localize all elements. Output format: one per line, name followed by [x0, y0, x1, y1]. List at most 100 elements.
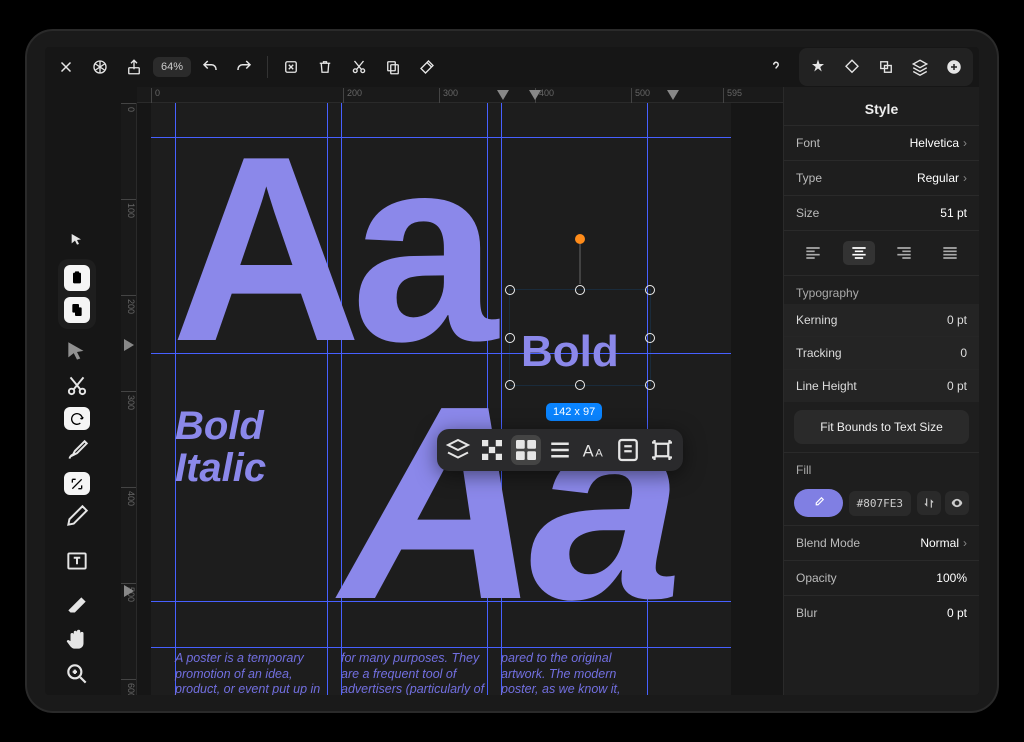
layers-icon[interactable] [443, 435, 473, 465]
size-row[interactable]: Size 51 pt [784, 195, 979, 230]
panel-tabs [799, 48, 973, 86]
rotation-line [580, 244, 581, 284]
fill-header: Fill [784, 452, 979, 481]
checker-icon[interactable] [477, 435, 507, 465]
grid-icon[interactable] [511, 435, 541, 465]
scale-tool[interactable] [64, 472, 90, 495]
rotation-handle-icon[interactable] [575, 234, 585, 244]
alignment-row [784, 230, 979, 275]
selection-tool[interactable] [64, 229, 90, 252]
tablet-frame: 64% [17, 21, 1007, 721]
redo-button[interactable] [229, 52, 259, 82]
swap-icon[interactable] [917, 491, 941, 515]
typography-header: Typography [784, 275, 979, 304]
resize-handle-icon[interactable] [645, 285, 655, 295]
visibility-icon[interactable] [945, 491, 969, 515]
copy-button[interactable] [378, 52, 408, 82]
text-case-icon[interactable]: AA [579, 435, 609, 465]
fill-color-swatch[interactable] [794, 489, 843, 517]
style-panel: Style Font Helvetica› Type Regular› Size… [783, 87, 979, 695]
appearance-tab[interactable] [803, 52, 833, 82]
resize-handle-icon[interactable] [645, 333, 655, 343]
project-icon[interactable] [85, 52, 115, 82]
scissors-tool[interactable] [64, 373, 90, 399]
opacity-row[interactable]: Opacity 100% [784, 560, 979, 595]
text-tool[interactable] [64, 548, 90, 574]
align-center-button[interactable] [843, 241, 875, 265]
sample-aa-bold[interactable]: Aa [171, 143, 487, 354]
resize-handle-icon[interactable] [505, 285, 515, 295]
cut-button[interactable] [344, 52, 374, 82]
body-text-col1[interactable]: A poster is a temporary promotion of an … [175, 651, 323, 695]
ruler-marker-icon[interactable] [667, 90, 679, 100]
pencil-tool[interactable] [64, 503, 90, 529]
divider [267, 56, 268, 78]
svg-text:A: A [595, 447, 603, 459]
panel-title: Style [784, 87, 979, 125]
paste-multiple-tool[interactable] [64, 297, 90, 323]
paste-tool[interactable] [64, 265, 90, 291]
artboard[interactable]: Aa Aa Bold Bold Italic A poster is a tem… [151, 103, 731, 695]
arrange-tab[interactable] [871, 52, 901, 82]
select-all-button[interactable] [276, 52, 306, 82]
layers-tab[interactable] [905, 52, 935, 82]
selection-bounds[interactable] [509, 289, 651, 386]
canvas[interactable]: Aa Aa Bold Bold Italic A poster is a tem… [137, 103, 783, 695]
share-button[interactable] [119, 52, 149, 82]
align-justify-button[interactable] [934, 241, 966, 265]
horizontal-ruler[interactable]: 0 200 300 400 500 595 [137, 87, 783, 103]
align-left-button[interactable] [797, 241, 829, 265]
chevron-right-icon: › [963, 136, 967, 150]
main-area: 0 200 300 400 500 595 0 100 200 300 400 [45, 87, 979, 695]
body-text-col3[interactable]: pared to the original artwork. The moder… [501, 651, 649, 695]
lineheight-row[interactable]: Line Height 0 pt [784, 369, 979, 402]
resize-handle-icon[interactable] [645, 380, 655, 390]
rotate-tool[interactable] [64, 407, 90, 430]
app-screen: 64% [45, 47, 979, 695]
chevron-right-icon: › [963, 171, 967, 185]
node-tool[interactable] [64, 339, 90, 365]
add-button[interactable] [939, 52, 969, 82]
resize-handle-icon[interactable] [575, 285, 585, 295]
help-button[interactable] [761, 52, 791, 82]
svg-text:A: A [583, 442, 594, 460]
eyedropper-icon [811, 496, 825, 510]
tracking-row[interactable]: Tracking 0 [784, 336, 979, 369]
fit-bounds-button[interactable]: Fit Bounds to Text Size [794, 410, 969, 444]
blend-mode-row[interactable]: Blend Mode Normal› [784, 525, 979, 560]
resize-handle-icon[interactable] [505, 380, 515, 390]
resize-handle-icon[interactable] [505, 333, 515, 343]
vertical-ruler[interactable]: 0 100 200 300 400 500 600 [121, 103, 137, 695]
resize-handle-icon[interactable] [575, 380, 585, 390]
ruler-marker-icon[interactable] [497, 90, 509, 100]
notes-icon[interactable] [613, 435, 643, 465]
font-row[interactable]: Font Helvetica› [784, 125, 979, 160]
kerning-row[interactable]: Kerning 0 pt [784, 304, 979, 336]
type-row[interactable]: Type Regular› [784, 160, 979, 195]
body-text-col2[interactable]: for many purposes. They are a frequent t… [341, 651, 489, 695]
close-button[interactable] [51, 52, 81, 82]
magic-button[interactable] [412, 52, 442, 82]
zoom-indicator[interactable]: 64% [153, 57, 191, 77]
canvas-area[interactable]: 0 200 300 400 500 595 0 100 200 300 400 [109, 87, 783, 695]
dimension-badge: 142 x 97 [546, 403, 602, 421]
fill-hex-value[interactable]: #807FE3 [849, 491, 911, 516]
sample-aa-bolditalic[interactable]: Aa [341, 393, 672, 614]
zoom-tool[interactable] [64, 661, 90, 687]
brush-tool[interactable] [64, 438, 90, 464]
fill-row: #807FE3 [784, 481, 979, 525]
left-toolbar [45, 87, 109, 695]
eraser-tool[interactable] [64, 593, 90, 619]
trash-button[interactable] [310, 52, 340, 82]
floating-text-toolbar: AA [437, 429, 683, 471]
transform-tab[interactable] [837, 52, 867, 82]
list-icon[interactable] [545, 435, 575, 465]
chevron-right-icon: › [963, 536, 967, 550]
blur-row[interactable]: Blur 0 pt [784, 595, 979, 630]
hand-tool[interactable] [64, 627, 90, 653]
text-label-bolditalic[interactable]: Bold Italic [175, 405, 266, 489]
ruler-marker-icon[interactable] [124, 339, 134, 351]
align-right-button[interactable] [888, 241, 920, 265]
frame-icon[interactable] [647, 435, 677, 465]
undo-button[interactable] [195, 52, 225, 82]
